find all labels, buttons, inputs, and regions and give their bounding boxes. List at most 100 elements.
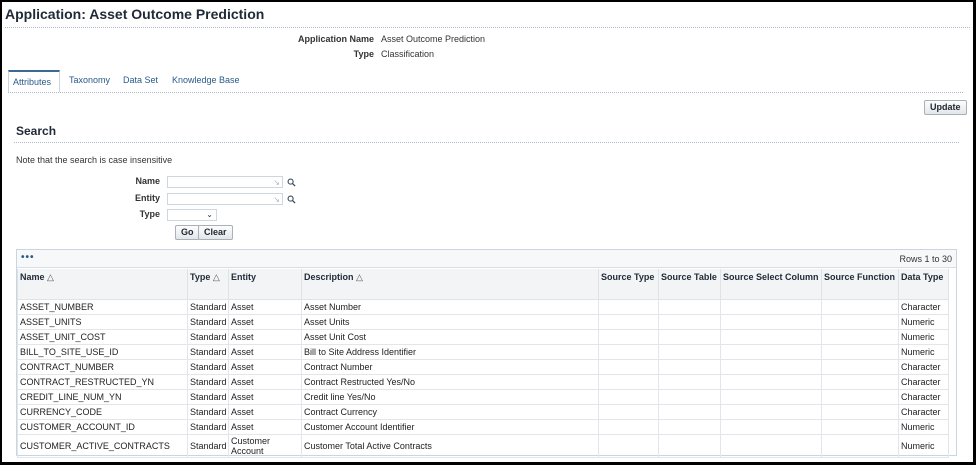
cell-entity: Asset	[228, 418, 302, 435]
cell-source-function	[821, 418, 899, 435]
cell-name: CONTRACT_RESTRUCTED_YN	[17, 373, 188, 390]
cell-source-function	[821, 433, 899, 458]
cell-source-table	[658, 418, 721, 435]
cell-data-type: Numeric	[898, 328, 949, 345]
app-name-value: Asset Outcome Prediction	[381, 34, 486, 44]
cell-entity: Asset	[228, 313, 302, 330]
table-row: CURRENCY_CODE Standard Asset Contract Cu…	[17, 403, 949, 420]
cell-data-type: Numeric	[898, 433, 949, 458]
cell-source-function	[821, 298, 899, 315]
cell-source-type	[598, 313, 659, 330]
col-header-name[interactable]: Name △	[17, 269, 188, 300]
col-header-type[interactable]: Type △	[187, 269, 229, 300]
clear-button[interactable]: Clear	[198, 225, 233, 240]
cell-source-type	[598, 298, 659, 315]
cell-source-table	[658, 388, 721, 405]
tab-bar: Attributes Taxonomy Data Set Knowledge B…	[8, 70, 963, 92]
cell-entity: Customer Account	[228, 433, 302, 458]
go-button[interactable]: Go	[175, 225, 200, 240]
cell-source-type	[598, 343, 659, 360]
cell-description: Customer Account Identifier	[301, 418, 599, 435]
entity-search-icon[interactable]	[287, 195, 296, 204]
cell-source-select-column	[720, 403, 822, 420]
cell-type: Standard	[187, 373, 229, 390]
cell-source-select-column	[720, 418, 822, 435]
tab-knowledge-base[interactable]: Knowledge Base	[168, 70, 244, 92]
cell-entity: Asset	[228, 403, 302, 420]
cell-data-type: Character	[898, 298, 949, 315]
cell-name: CUSTOMER_ACCOUNT_ID	[17, 418, 188, 435]
sort-icon[interactable]: △	[213, 272, 220, 282]
update-button[interactable]: Update	[924, 100, 967, 115]
table-row: ASSET_UNITS Standard Asset Asset Units N…	[17, 313, 949, 330]
table-row: CONTRACT_NUMBER Standard Asset Contract …	[17, 358, 949, 375]
name-label: Name	[135, 176, 160, 186]
cell-data-type: Character	[898, 373, 949, 390]
cell-source-function	[821, 373, 899, 390]
cell-entity: Asset	[228, 358, 302, 375]
tab-taxonomy[interactable]: Taxonomy	[65, 70, 114, 92]
app-type-label: Type	[353, 49, 374, 59]
cell-name: ASSET_NUMBER	[17, 298, 188, 315]
cell-source-function	[821, 403, 899, 420]
type-select[interactable]: ⌄	[167, 209, 217, 221]
cell-source-table	[658, 343, 721, 360]
cell-data-type: Numeric	[898, 313, 949, 330]
table-row: CUSTOMER_ACTIVE_CONTRACTS Standard Custo…	[17, 433, 949, 458]
col-header-description[interactable]: Description △	[301, 269, 599, 300]
cell-source-type	[598, 328, 659, 345]
entity-search-input[interactable]: ↘	[167, 193, 283, 205]
name-search-input[interactable]: ↘	[167, 176, 283, 188]
results-region: ••• Rows 1 to 30 Name △ Type △ Entity De…	[16, 249, 957, 458]
cell-data-type: Numeric	[898, 418, 949, 435]
cell-data-type: Character	[898, 403, 949, 420]
cell-name: ASSET_UNITS	[17, 313, 188, 330]
cell-name: CREDIT_LINE_NUM_YN	[17, 388, 188, 405]
cell-source-type	[598, 388, 659, 405]
table-row: CONTRACT_RESTRUCTED_YN Standard Asset Co…	[17, 373, 949, 390]
cell-description: Contract Restructed Yes/No	[301, 373, 599, 390]
cell-data-type: Character	[898, 388, 949, 405]
cell-source-function	[821, 358, 899, 375]
cell-description: Asset Number	[301, 298, 599, 315]
cell-description: Asset Units	[301, 313, 599, 330]
sort-icon[interactable]: △	[356, 272, 363, 282]
table-header-row: Name △ Type △ Entity Description △ Sourc…	[17, 269, 949, 300]
table-row: CREDIT_LINE_NUM_YN Standard Asset Credit…	[17, 388, 949, 405]
cell-type: Standard	[187, 403, 229, 420]
cell-source-type	[598, 373, 659, 390]
sort-icon[interactable]: △	[47, 272, 54, 282]
cell-source-type	[598, 358, 659, 375]
cell-entity: Asset	[228, 298, 302, 315]
cell-type: Standard	[187, 343, 229, 360]
cell-entity: Asset	[228, 388, 302, 405]
cell-description: Contract Currency	[301, 403, 599, 420]
table-row: ASSET_UNIT_COST Standard Asset Asset Uni…	[17, 328, 949, 345]
page-title: Application: Asset Outcome Prediction	[5, 6, 265, 22]
app-type-row: Type	[2, 49, 374, 61]
cell-type: Standard	[187, 418, 229, 435]
app-name-row: Application Name	[2, 34, 374, 46]
cell-description: Customer Total Active Contracts	[301, 433, 599, 458]
col-name-label: Name	[20, 272, 45, 282]
cell-name: BILL_TO_SITE_USE_ID	[17, 343, 188, 360]
cell-source-table	[658, 313, 721, 330]
cell-data-type: Numeric	[898, 343, 949, 360]
tabs-divider	[8, 92, 963, 93]
more-options-icon[interactable]: •••	[21, 252, 35, 263]
cell-type: Standard	[187, 313, 229, 330]
name-search-icon[interactable]	[287, 178, 296, 187]
search-section-title: Search	[16, 124, 57, 138]
cell-description: Contract Number	[301, 358, 599, 375]
cell-source-table	[658, 403, 721, 420]
col-description-label: Description	[304, 272, 354, 282]
tab-data-set[interactable]: Data Set	[119, 70, 162, 92]
entity-label: Entity	[134, 193, 160, 203]
chevron-down-icon: ⌄	[206, 210, 213, 219]
tab-attributes[interactable]: Attributes	[8, 70, 60, 92]
cell-name: CURRENCY_CODE	[17, 403, 188, 420]
attributes-table: Name △ Type △ Entity Description △ Sourc…	[17, 269, 949, 458]
cell-type: Standard	[187, 433, 229, 458]
cell-source-select-column	[720, 298, 822, 315]
col-header-entity: Entity	[228, 269, 302, 300]
